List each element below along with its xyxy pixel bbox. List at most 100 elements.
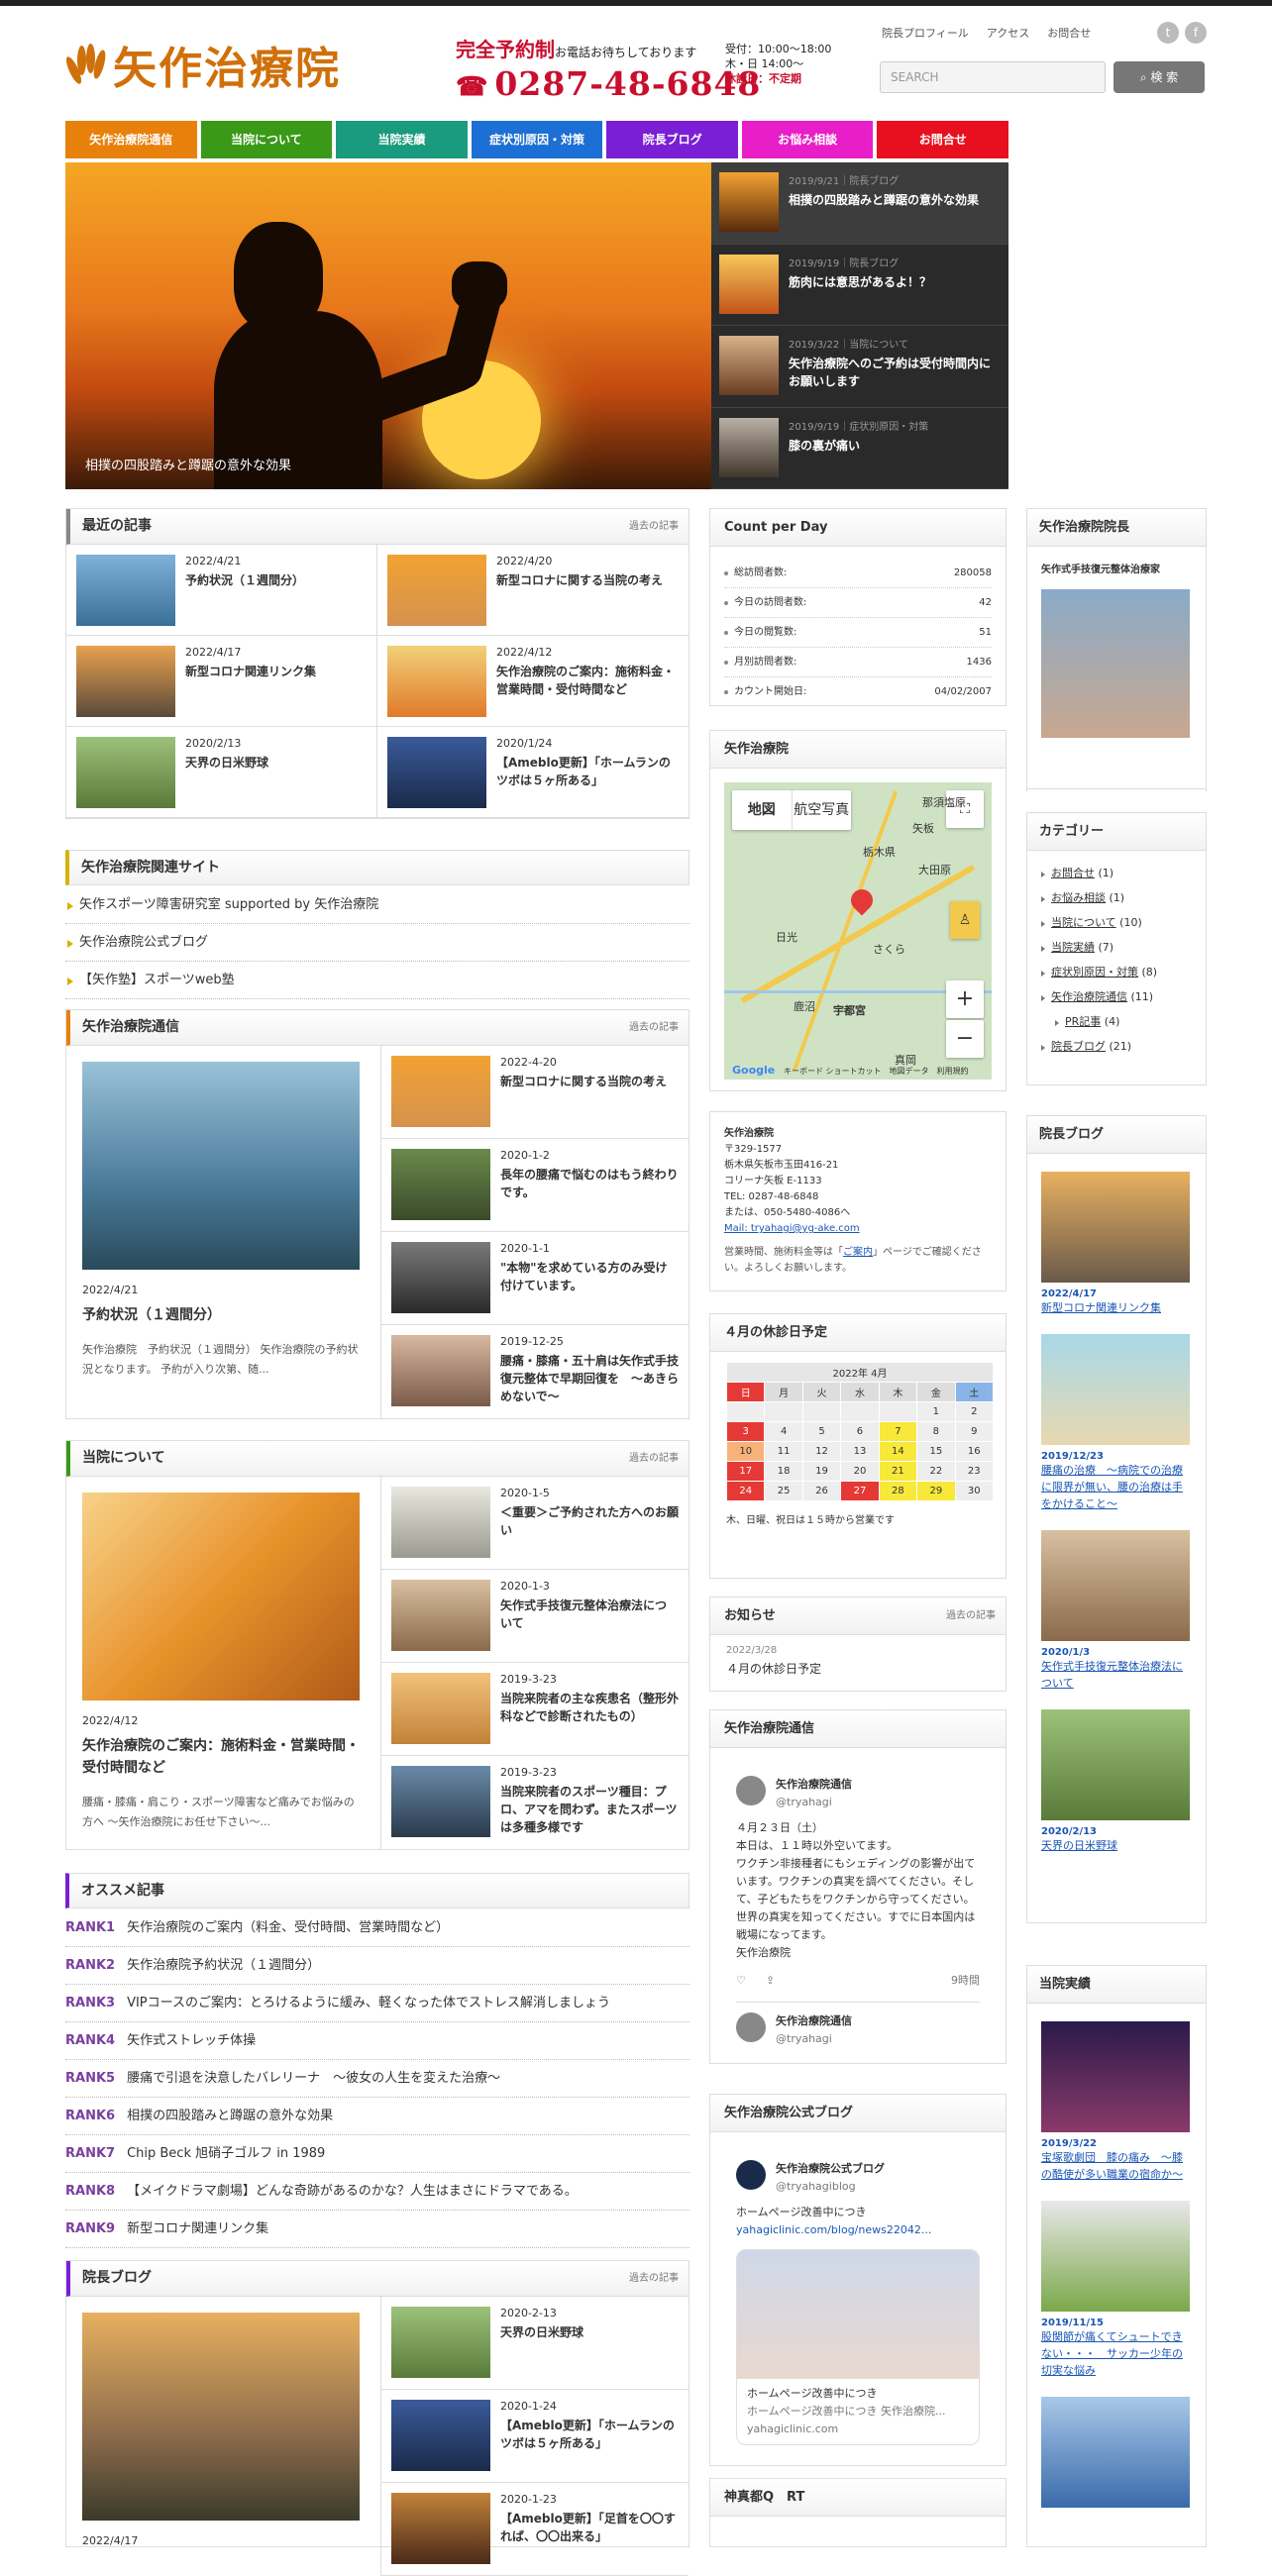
more-link[interactable]: 過去の記事 bbox=[629, 1010, 679, 1045]
widget-title: 神真都Q RT bbox=[710, 2479, 1006, 2517]
category-link[interactable]: お悩み相談 (1) bbox=[1041, 885, 1192, 910]
blog-item[interactable]: 2020/1/3 矢作式手技復元整体治療法について bbox=[1041, 1530, 1192, 1692]
calendar-day: 20 bbox=[840, 1461, 880, 1482]
counter-widget: Count per Day 総訪問者数: 280058 今日の訪問者数: 42 今日… bbox=[709, 508, 1007, 706]
section-title: 当院について 過去の記事 bbox=[66, 1441, 689, 1477]
slide-item[interactable]: 2019/3/22｜当院について 矢作治療院へのご予約は受付時間内にお願いします bbox=[711, 326, 1008, 408]
map-type-map[interactable]: 地図 bbox=[732, 790, 792, 830]
featured-post[interactable]: 2022/4/17 bbox=[66, 2297, 381, 2576]
blog-section: 院長ブログ 過去の記事 2022/4/17 2020-2-13 天界の日米野球 20… bbox=[65, 2260, 689, 2576]
twitter-icon[interactable]: t bbox=[1157, 22, 1179, 44]
category-link[interactable]: PR記事 (4) bbox=[1055, 1009, 1192, 1034]
weekday-header: 火 bbox=[801, 1382, 842, 1402]
calendar-day: 19 bbox=[801, 1461, 842, 1482]
rank-item[interactable]: RANK9 新型コロナ関連リンク集 bbox=[65, 2211, 689, 2248]
post-item[interactable]: 2019-3-23 当院来院者の主な疾患名（整形外科などで診断されたもの） bbox=[381, 1663, 689, 1756]
post-item[interactable]: 2019-3-23 当院来院者のスポーツ種目：プロ、アマを問わず。またスポーツは多… bbox=[381, 1756, 689, 1849]
guide-link[interactable]: ご案内 bbox=[843, 1247, 873, 1258]
more-link[interactable]: 過去の記事 bbox=[629, 1441, 679, 1476]
notice-link[interactable]: ４月の休診日予定 bbox=[726, 1660, 990, 1677]
featured-post[interactable]: 2022/4/12 矢作治療院のご案内：施術料金・営業時間・受付時間など 腰痛・… bbox=[66, 1477, 381, 1849]
reserve-title: 完全予約制 bbox=[456, 38, 555, 61]
calendar-day: 24 bbox=[725, 1481, 766, 1501]
post-item[interactable]: 2020-1-3 矢作式手技復元整体治療法について bbox=[381, 1570, 689, 1663]
related-link[interactable]: 矢作スポーツ障害研究室 supported by 矢作治療院 bbox=[65, 886, 689, 924]
slide-item[interactable]: 2019/9/19｜院長ブログ 筋肉には意思があるよ！？ bbox=[711, 245, 1008, 326]
google-map[interactable]: 地図 航空写真 ⛶ + − ♙ 那須塩原 矢板 大田原 栃木県 日光 さくら 鹿沼… bbox=[724, 782, 992, 1080]
zoom-out-button[interactable]: − bbox=[946, 1020, 984, 1058]
post-item[interactable]: 2020-2-13 天界の日米野球 bbox=[381, 2297, 689, 2390]
post-item[interactable]: 2020/1/24 【Ameblo更新】「ホームランのツボは５ヶ所ある」 bbox=[377, 727, 689, 818]
contact-link[interactable]: お問合せ bbox=[1047, 25, 1091, 41]
mail-link[interactable]: Mail: tryahagi@yg-ake.com bbox=[724, 1223, 860, 1234]
post-item[interactable]: 2022-4-20 新型コロナに関する当院の考え bbox=[381, 1046, 689, 1139]
more-link[interactable]: 過去の記事 bbox=[629, 2261, 679, 2296]
share-icon[interactable]: ⇪ bbox=[766, 1972, 775, 1990]
nav-consult[interactable]: お悩み相談 bbox=[741, 121, 874, 158]
post-item[interactable]: 2020-1-23 【Ameblo更新】「足首を〇〇すれば、〇〇出来る」 bbox=[381, 2483, 689, 2576]
post-item[interactable]: 2022/4/20 新型コロナに関する当院の考え bbox=[377, 545, 689, 636]
category-link[interactable]: お問合せ (1) bbox=[1041, 861, 1192, 885]
category-link[interactable]: 当院実績 (7) bbox=[1041, 935, 1192, 960]
post-item[interactable]: 2020-1-1 "本物"を求めている方のみ受け付けています。 bbox=[381, 1232, 689, 1325]
search-input[interactable]: SEARCH bbox=[880, 61, 1106, 93]
related-link[interactable]: 【矢作塾】スポーツweb塾 bbox=[65, 962, 689, 999]
nav-symptoms[interactable]: 症状別原因・対策 bbox=[471, 121, 603, 158]
post-item[interactable]: 2022/4/21 予約状況（１週間分） bbox=[66, 545, 377, 636]
result-item[interactable]: 2019/11/15 股関節が痛くてシュートできない・・・ サッカー少年の切実な悩… bbox=[1041, 2201, 1192, 2379]
rank-item[interactable]: RANK2 矢作治療院予約状況（１週間分） bbox=[65, 1947, 689, 1985]
rank-item[interactable]: RANK3 VIPコースのご案内：とろけるように緩み、軽くなった体でストレス解消し… bbox=[65, 1985, 689, 2022]
rank-item[interactable]: RANK6 相撲の四股踏みと蹲踞の意外な効果 bbox=[65, 2098, 689, 2135]
like-icon[interactable]: ♡ bbox=[736, 1972, 746, 1990]
post-item[interactable]: 2020/2/13 天界の日米野球 bbox=[66, 727, 377, 818]
rank-item[interactable]: RANK1 矢作治療院のご案内（料金、受付時間、営業時間など） bbox=[65, 1909, 689, 1947]
rank-item[interactable]: RANK5 腰痛で引退を決意したバレリーナ 〜彼女の人生を変えた治療〜 bbox=[65, 2060, 689, 2098]
widget-title: お知らせ 過去の記事 bbox=[710, 1597, 1006, 1635]
map-type-satellite[interactable]: 航空写真 bbox=[791, 790, 852, 830]
zoom-in-button[interactable]: + bbox=[946, 980, 984, 1018]
site-logo[interactable]: 矢作治療院 bbox=[63, 30, 365, 99]
nav-about[interactable]: 当院について bbox=[200, 121, 333, 158]
nav-blog[interactable]: 院長ブログ bbox=[606, 121, 738, 158]
category-link[interactable]: 院長ブログ (21) bbox=[1041, 1034, 1192, 1059]
access-link[interactable]: アクセス bbox=[987, 25, 1029, 41]
nav-tsushin[interactable]: 矢作治療院通信 bbox=[65, 121, 197, 158]
post-item[interactable]: 2019-12-25 腰痛・膝痛・五十肩は矢作式手技復元整体で早期回復を 〜あきら… bbox=[381, 1325, 689, 1418]
blog-item[interactable]: 2022/4/17 新型コロナ関連リンク集 bbox=[1041, 1172, 1192, 1316]
social-links: t f bbox=[1157, 22, 1207, 44]
more-link[interactable]: 過去の記事 bbox=[946, 1597, 996, 1635]
rank-item[interactable]: RANK8 【メイクドラマ劇場】どんな奇跡があるのかな？人生はまさにドラマである。 bbox=[65, 2173, 689, 2211]
slide-item[interactable]: 2019/9/21｜院長ブログ 相撲の四股踏みと蹲踞の意外な効果 bbox=[711, 162, 1008, 245]
more-link[interactable]: 過去の記事 bbox=[629, 509, 679, 544]
tweet-link[interactable]: yahagiclinic.com/blog/news22042... bbox=[736, 2221, 980, 2239]
street-view-icon[interactable]: ♙ bbox=[950, 901, 980, 939]
blog-item[interactable]: 2020/2/13 天界の日米野球 bbox=[1041, 1709, 1192, 1854]
post-item[interactable]: 2020-1-24 【Ameblo更新】「ホームランのツボは５ヶ所ある」 bbox=[381, 2390, 689, 2483]
related-link[interactable]: 矢作治療院公式ブログ bbox=[65, 924, 689, 962]
category-link[interactable]: 当院について (10) bbox=[1041, 910, 1192, 935]
category-link[interactable]: 矢作治療院通信 (11) bbox=[1041, 984, 1192, 1009]
post-item[interactable]: 2020-1-5 ＜重要＞ご予約された方へのお願い bbox=[381, 1477, 689, 1570]
nav-results[interactable]: 当院実績 bbox=[336, 121, 468, 158]
post-item[interactable]: 2020-1-2 長年の腰痛で悩むのはもう終わりです。 bbox=[381, 1139, 689, 1232]
avatar bbox=[736, 1776, 766, 1805]
profile-link[interactable]: 院長プロフィール bbox=[882, 25, 969, 41]
slide-item[interactable]: 2019/9/19｜症状別原因・対策 膝の裏が痛い bbox=[711, 408, 1008, 489]
category-link[interactable]: 症状別原因・対策 (8) bbox=[1041, 960, 1192, 984]
search-button[interactable]: ⌕ 検 索 bbox=[1113, 61, 1205, 93]
nav-contact[interactable]: お問合せ bbox=[877, 121, 1009, 158]
blog-twitter-widget: 矢作治療院公式ブログ 矢作治療院公式ブログ @tryahagiblog ホームペー… bbox=[709, 2094, 1007, 2466]
post-item[interactable]: 2022/4/17 新型コロナ関連リンク集 bbox=[66, 636, 377, 727]
rank-item[interactable]: RANK4 矢作式ストレッチ体操 bbox=[65, 2022, 689, 2060]
tsushin-section: 矢作治療院通信 過去の記事 2022/4/21 予約状況（１週間分） 矢作治療院 … bbox=[65, 1009, 689, 1419]
link-card[interactable]: ホームページ改善中につき ホームページ改善中につき 矢作治療院... yahagic… bbox=[736, 2249, 980, 2445]
result-item[interactable]: 2019/3/22 宝塚歌劇団 膝の痛み 〜膝の酷使が多い職業の宿命か〜 bbox=[1041, 2021, 1192, 2183]
facebook-icon[interactable]: f bbox=[1185, 22, 1207, 44]
blog-item[interactable]: 2019/12/23 腰痛の治療 〜病院での治療に限界が無い、腰の治療は手をかける… bbox=[1041, 1334, 1192, 1512]
post-item[interactable]: 2022/4/12 矢作治療院のご案内：施術料金・営業時間・受付時間など bbox=[377, 636, 689, 727]
hero-slider[interactable]: 相撲の四股踏みと蹲踞の意外な効果 bbox=[65, 162, 711, 489]
widget-title: 院長ブログ bbox=[1027, 1116, 1206, 1154]
rank-item[interactable]: RANK7 Chip Beck 旭硝子ゴルフ in 1989 bbox=[65, 2135, 689, 2173]
featured-post[interactable]: 2022/4/21 予約状況（１週間分） 矢作治療院 予約状況（１週間分） 矢作… bbox=[66, 1046, 381, 1418]
result-item[interactable] bbox=[1041, 2397, 1192, 2508]
